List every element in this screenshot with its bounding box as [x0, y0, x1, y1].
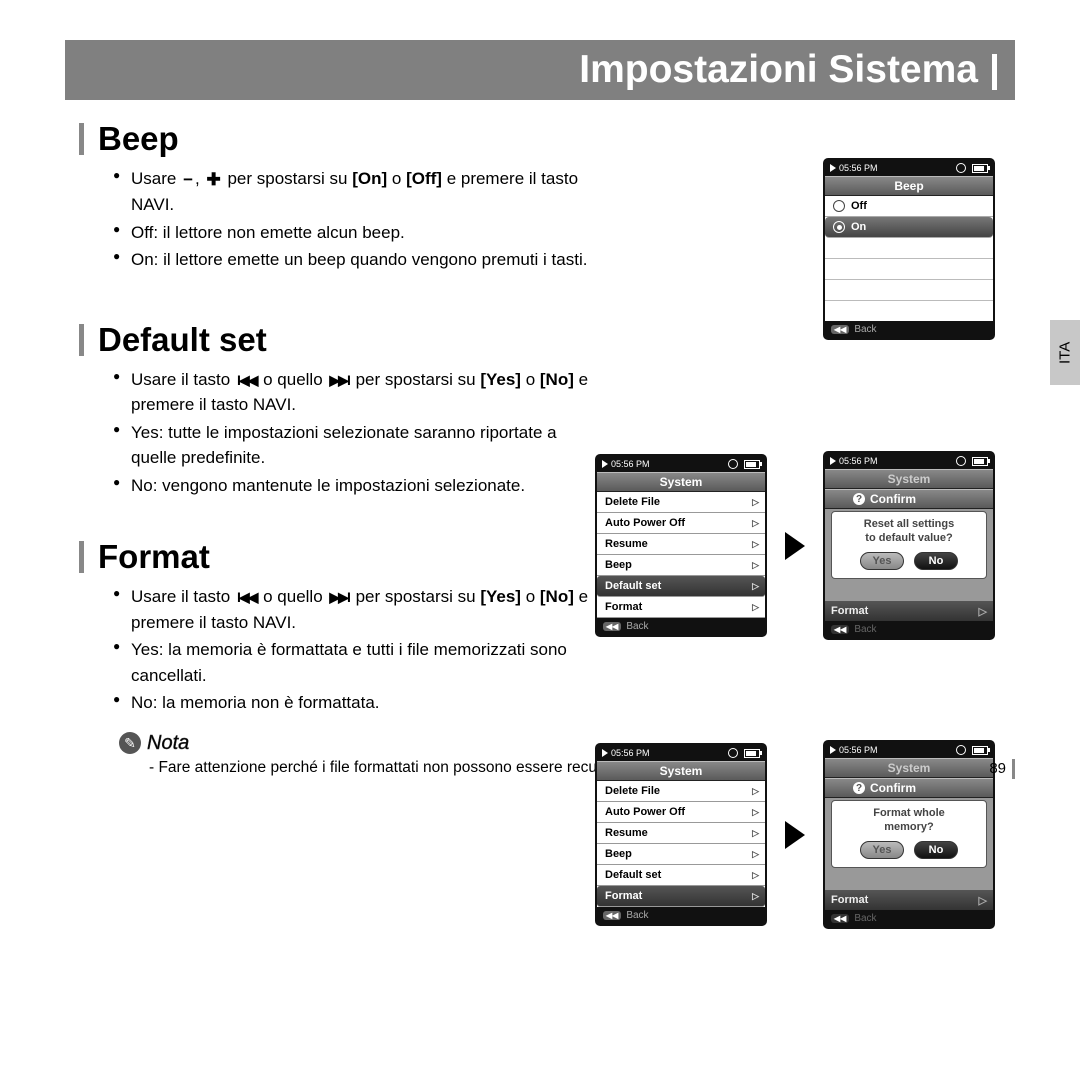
menu-item-dim: Format▷: [825, 890, 993, 910]
screenshot-beep: 05:56 PM Beep Off On ◀◀Back: [823, 158, 995, 340]
menu-item[interactable]: Delete File▷: [597, 781, 765, 802]
battery-icon: [972, 164, 988, 173]
confirm-dialog: Format wholememory? Yes No: [831, 800, 987, 868]
screen-header-dim: System: [825, 469, 993, 489]
page-number: 89: [989, 759, 1015, 779]
screenshot-confirm-format: 05:56 PM System ?Confirm Format wholemem…: [823, 740, 995, 929]
screen-header: Beep: [825, 176, 993, 196]
clock-icon: [956, 163, 966, 173]
pencil-icon: ✎: [119, 732, 141, 754]
prev-icon: I◀◀: [237, 587, 256, 608]
menu-item[interactable]: Format▷: [597, 597, 765, 618]
menu-item[interactable]: Auto Power Off▷: [597, 802, 765, 823]
note-label: ✎ Nota: [119, 732, 189, 755]
format-bullets: Usare il tasto I◀◀ o quello ▶▶I per spos…: [113, 584, 603, 716]
menu-item[interactable]: Beep▷: [597, 555, 765, 576]
menu-item[interactable]: Resume▷: [597, 534, 765, 555]
back-icon: ◀◀: [603, 622, 621, 631]
no-button[interactable]: No: [914, 841, 958, 859]
question-icon: ?: [853, 493, 865, 505]
menu-item-selected[interactable]: Default set▷: [597, 576, 765, 597]
confirm-header: ?Confirm: [825, 489, 993, 509]
prev-icon: I◀◀: [237, 370, 256, 391]
no-button[interactable]: No: [914, 552, 958, 570]
menu-item-dim: Format▷: [825, 601, 993, 621]
confirm-header: ?Confirm: [825, 778, 993, 798]
beep-bullets: Usare −, ✚ per spostarsi su [On] o [Off]…: [113, 166, 603, 273]
menu-item-selected[interactable]: Format▷: [597, 886, 765, 907]
screenshot-system-default: 05:56 PM System Delete File▷ Auto Power …: [595, 454, 767, 637]
option-off[interactable]: Off: [825, 196, 993, 217]
arrow-right-icon: [785, 821, 805, 849]
back-icon: ◀◀: [831, 325, 849, 334]
plus-icon: ✚: [206, 167, 220, 193]
section-heading-beep: Beep: [79, 120, 1015, 158]
menu-item[interactable]: Auto Power Off▷: [597, 513, 765, 534]
menu-item[interactable]: Delete File▷: [597, 492, 765, 513]
screen-header: System: [597, 761, 765, 781]
screen-header-dim: System: [825, 758, 993, 778]
default-bullets: Usare il tasto I◀◀ o quello ▶▶I per spos…: [113, 367, 603, 499]
menu-item[interactable]: Beep▷: [597, 844, 765, 865]
confirm-dialog: Reset all settingsto default value? Yes …: [831, 511, 987, 579]
play-icon: [602, 460, 608, 468]
battery-icon: [744, 460, 760, 469]
screen-header: System: [597, 472, 765, 492]
page-title: Impostazioni Sistema: [65, 40, 1015, 100]
screenshot-confirm-default: 05:56 PM System ?Confirm Reset all setti…: [823, 451, 995, 640]
minus-icon: −: [183, 167, 193, 193]
next-icon: ▶▶I: [329, 587, 348, 608]
yes-button[interactable]: Yes: [860, 552, 904, 570]
yes-button[interactable]: Yes: [860, 841, 904, 859]
menu-item[interactable]: Resume▷: [597, 823, 765, 844]
option-on[interactable]: On: [825, 217, 993, 238]
screenshot-system-format: 05:56 PM System Delete File▷ Auto Power …: [595, 743, 767, 926]
next-icon: ▶▶I: [329, 370, 348, 391]
play-icon: [830, 164, 836, 172]
language-tab: ITA: [1050, 320, 1080, 385]
arrow-right-icon: [785, 532, 805, 560]
menu-item[interactable]: Default set▷: [597, 865, 765, 886]
question-icon: ?: [853, 782, 865, 794]
clock-icon: [728, 459, 738, 469]
